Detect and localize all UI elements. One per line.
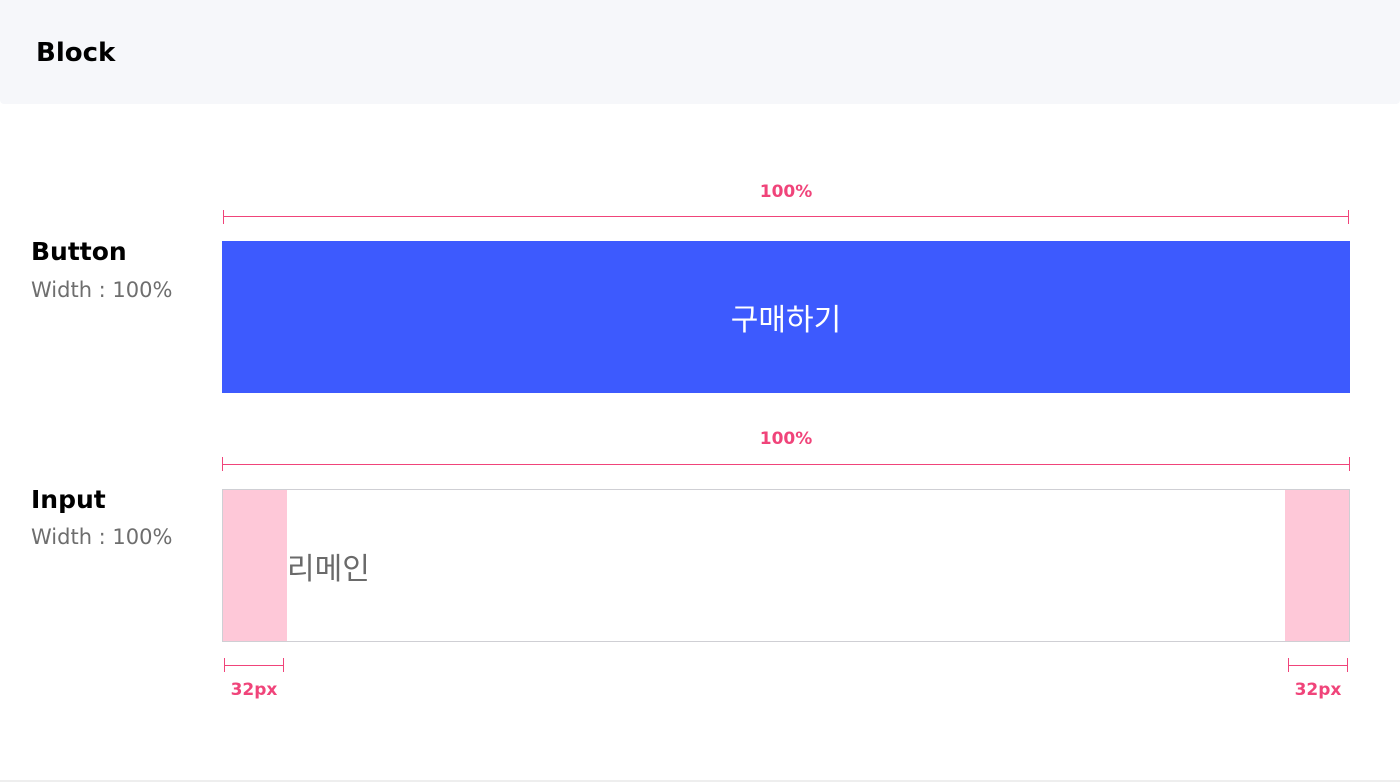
input-width-label: 100% <box>759 429 813 449</box>
input-section-label: Input <box>31 485 106 514</box>
button-width-label: 100% <box>759 182 813 202</box>
input-width-tick-right <box>1349 457 1350 471</box>
button-width-tick-left <box>223 210 224 224</box>
input-width-line <box>222 464 1350 465</box>
text-input[interactable]: 리메인 <box>222 489 1350 642</box>
padding-left-tick-end <box>283 658 284 672</box>
button-section-subtitle: Width : 100% <box>31 278 173 302</box>
button-width-tick-right <box>1348 210 1349 224</box>
padding-left-label: 32px <box>230 680 278 700</box>
input-value: 리메인 <box>287 551 370 587</box>
buy-button[interactable]: 구매하기 <box>222 241 1350 393</box>
button-section-label: Button <box>31 237 127 266</box>
button-width-line <box>223 216 1349 217</box>
page-title: Block <box>36 38 116 68</box>
input-width-tick-left <box>222 457 223 471</box>
padding-left-tick-start <box>224 658 225 672</box>
padding-right-tick-start <box>1288 658 1289 672</box>
input-section-subtitle: Width : 100% <box>31 525 173 549</box>
input-padding-left <box>223 490 287 641</box>
padding-right-line <box>1288 665 1348 666</box>
input-padding-right <box>1285 490 1349 641</box>
padding-left-line <box>224 665 284 666</box>
header-bar: Block <box>0 0 1400 104</box>
padding-right-label: 32px <box>1294 680 1342 700</box>
padding-right-tick-end <box>1347 658 1348 672</box>
